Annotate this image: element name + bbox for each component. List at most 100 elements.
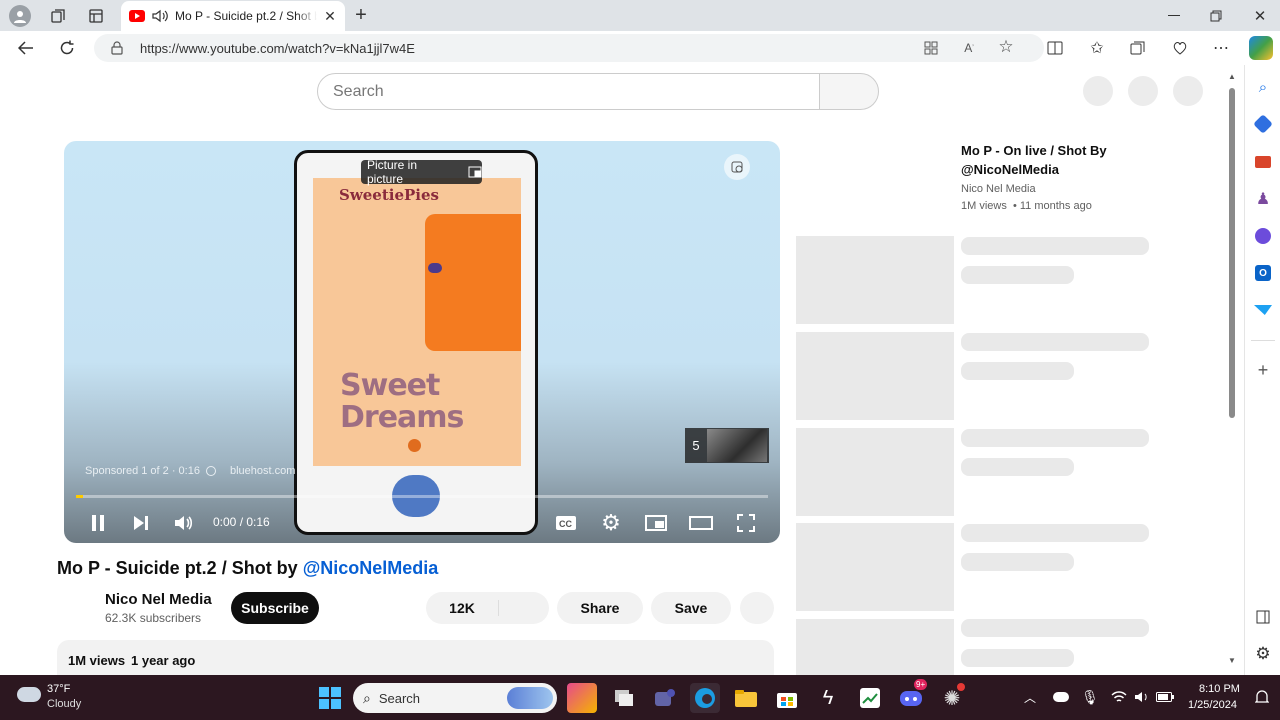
vertical-tabs-icon[interactable] (86, 6, 106, 26)
active-tab[interactable]: Mo P - Suicide pt.2 / Shot by @NicoNelMe… (121, 1, 345, 31)
next-icon[interactable] (129, 511, 153, 535)
tools-icon[interactable] (1255, 156, 1271, 168)
svg-text:CC: CC (559, 519, 572, 529)
miniplayer-icon[interactable] (644, 511, 668, 535)
rec-channel[interactable]: Nico Nel Media (961, 183, 1036, 195)
lock-icon[interactable] (110, 40, 124, 56)
read-aloud-icon[interactable]: Aʼ (960, 39, 978, 57)
outlook-icon[interactable]: O (1255, 265, 1271, 281)
profile-icon[interactable] (9, 5, 31, 27)
like-button[interactable]: 12K (426, 600, 499, 616)
add-sidebar-app-icon[interactable]: + (1253, 360, 1273, 380)
speaker-icon[interactable] (1133, 688, 1151, 706)
terminal-app-icon[interactable]: ϟ (813, 683, 843, 713)
back-icon[interactable] (16, 38, 36, 58)
chatgpt-icon[interactable]: ✺ (937, 683, 967, 713)
fullscreen-icon[interactable] (734, 511, 758, 535)
address-row: https://www.youtube.com/watch?v=kNa1jjl7… (0, 31, 1280, 65)
search-icon[interactable]: ⌕ (1253, 77, 1273, 97)
new-tab-button[interactable]: + (350, 4, 372, 26)
rec-title[interactable]: Mo P - On live / Shot By @NicoNelMedia (961, 141, 1161, 179)
task-view-icon[interactable] (609, 683, 639, 713)
url-text[interactable]: https://www.youtube.com/watch?v=kNa1jjl7… (140, 41, 415, 56)
avatar[interactable] (1173, 76, 1203, 106)
discord-icon[interactable]: 9+ (896, 679, 928, 713)
wifi-icon[interactable] (1110, 688, 1128, 706)
volume-icon[interactable] (172, 511, 196, 535)
file-explorer-icon[interactable] (731, 683, 761, 713)
drop-icon[interactable] (1254, 305, 1272, 315)
share-button[interactable]: Share (557, 592, 643, 624)
notification-bell-icon[interactable] (1253, 688, 1271, 706)
taskbar-search-label: Search (378, 690, 421, 706)
hidden-icons-chevron[interactable]: ︿ (1022, 689, 1038, 705)
favorite-star-icon[interactable]: ☆ (997, 37, 1015, 56)
clock-date[interactable]: 1/25/2024 (1188, 699, 1237, 711)
copilot-taskbar-icon[interactable] (567, 683, 597, 713)
captions-icon[interactable]: CC (554, 511, 578, 535)
create-icon[interactable] (1083, 76, 1113, 106)
copilot-icon[interactable] (1249, 36, 1273, 60)
progress-track[interactable] (76, 495, 768, 498)
close-tab-icon[interactable]: ✕ (323, 8, 337, 25)
shopping-icon[interactable] (1253, 114, 1273, 134)
split-screen-icon[interactable] (1045, 38, 1065, 58)
pip-tooltip-icon (468, 166, 482, 178)
microsoft-365-icon[interactable] (1255, 228, 1271, 244)
onedrive-icon[interactable] (1053, 692, 1069, 702)
browser-essentials-icon[interactable] (1170, 38, 1190, 58)
clock-time[interactable]: 8:10 PM (1199, 683, 1240, 695)
settings-icon[interactable]: ⚙ (599, 510, 623, 535)
restore-button[interactable] (1206, 6, 1226, 26)
app-available-icon[interactable] (922, 39, 940, 57)
audio-playing-icon[interactable] (151, 9, 169, 23)
sponsored-info: Sponsored 1 of 2 · 0:16 bluehost.com (85, 465, 295, 477)
games-icon[interactable]: ♟ (1254, 190, 1272, 208)
ad-phone-frame: SweetiePies Sweet Dreams (294, 150, 538, 535)
pause-icon[interactable] (86, 511, 110, 535)
sidebar-layout-icon[interactable] (1253, 607, 1273, 627)
collections-icon[interactable] (1128, 38, 1148, 58)
stocks-app-icon[interactable] (855, 683, 885, 713)
search-input[interactable]: Search (317, 73, 820, 110)
video-player[interactable]: SweetiePies Sweet Dreams Picture in pict… (64, 141, 780, 543)
scroll-down-arrow[interactable]: ▼ (1228, 656, 1236, 665)
minimize-button[interactable] (1164, 6, 1184, 26)
sidebar-settings-icon[interactable]: ⚙ (1253, 644, 1273, 664)
save-button[interactable]: Save (651, 592, 731, 624)
theater-mode-icon[interactable] (689, 511, 713, 535)
skeleton-thumbnail (796, 619, 954, 675)
ad-info-icon[interactable] (724, 154, 750, 180)
weather-desc[interactable]: Cloudy (47, 698, 81, 710)
info-icon[interactable] (205, 466, 216, 476)
workspaces-icon[interactable] (48, 6, 68, 26)
channel-handle-link[interactable]: @NicoNelMedia (303, 558, 439, 578)
teams-icon[interactable] (650, 683, 680, 713)
windows-start-icon[interactable] (315, 683, 345, 713)
taskbar-search-icon: ⌕ (363, 689, 371, 706)
description-box[interactable]: 1M views 1 year ago (57, 640, 774, 675)
scrollbar-thumb[interactable] (1229, 88, 1235, 418)
dislike-button[interactable] (499, 598, 549, 618)
channel-name[interactable]: Nico Nel Media (105, 591, 212, 608)
address-bar[interactable]: https://www.youtube.com/watch?v=kNa1jjl7… (94, 34, 1044, 62)
microphone-icon[interactable]: 🎙 (1081, 688, 1099, 706)
search-button[interactable] (819, 73, 879, 110)
page-scrollbar[interactable]: ▲ ▼ (1226, 70, 1238, 670)
more-menu-icon[interactable]: ⋯ (1211, 38, 1231, 58)
scroll-up-arrow[interactable]: ▲ (1228, 72, 1236, 81)
weather-temp[interactable]: 37°F (47, 683, 70, 695)
store-icon[interactable] (772, 683, 802, 713)
discord-badge: 9+ (914, 679, 928, 690)
battery-icon[interactable] (1156, 690, 1174, 704)
subscribe-button[interactable]: Subscribe (231, 592, 319, 624)
refresh-icon[interactable] (57, 38, 77, 58)
skip-ad-preview[interactable]: 5 (685, 428, 769, 463)
edge-taskbar-icon[interactable] (690, 683, 720, 713)
notifications-icon[interactable] (1128, 76, 1158, 106)
more-actions-button[interactable] (740, 592, 774, 624)
favorites-icon[interactable]: ✩ (1087, 38, 1107, 58)
taskbar-search[interactable]: ⌕ Search (353, 683, 557, 713)
ad-domain-link[interactable]: bluehost.com (230, 465, 295, 477)
close-window-button[interactable]: ✕ (1250, 6, 1270, 26)
